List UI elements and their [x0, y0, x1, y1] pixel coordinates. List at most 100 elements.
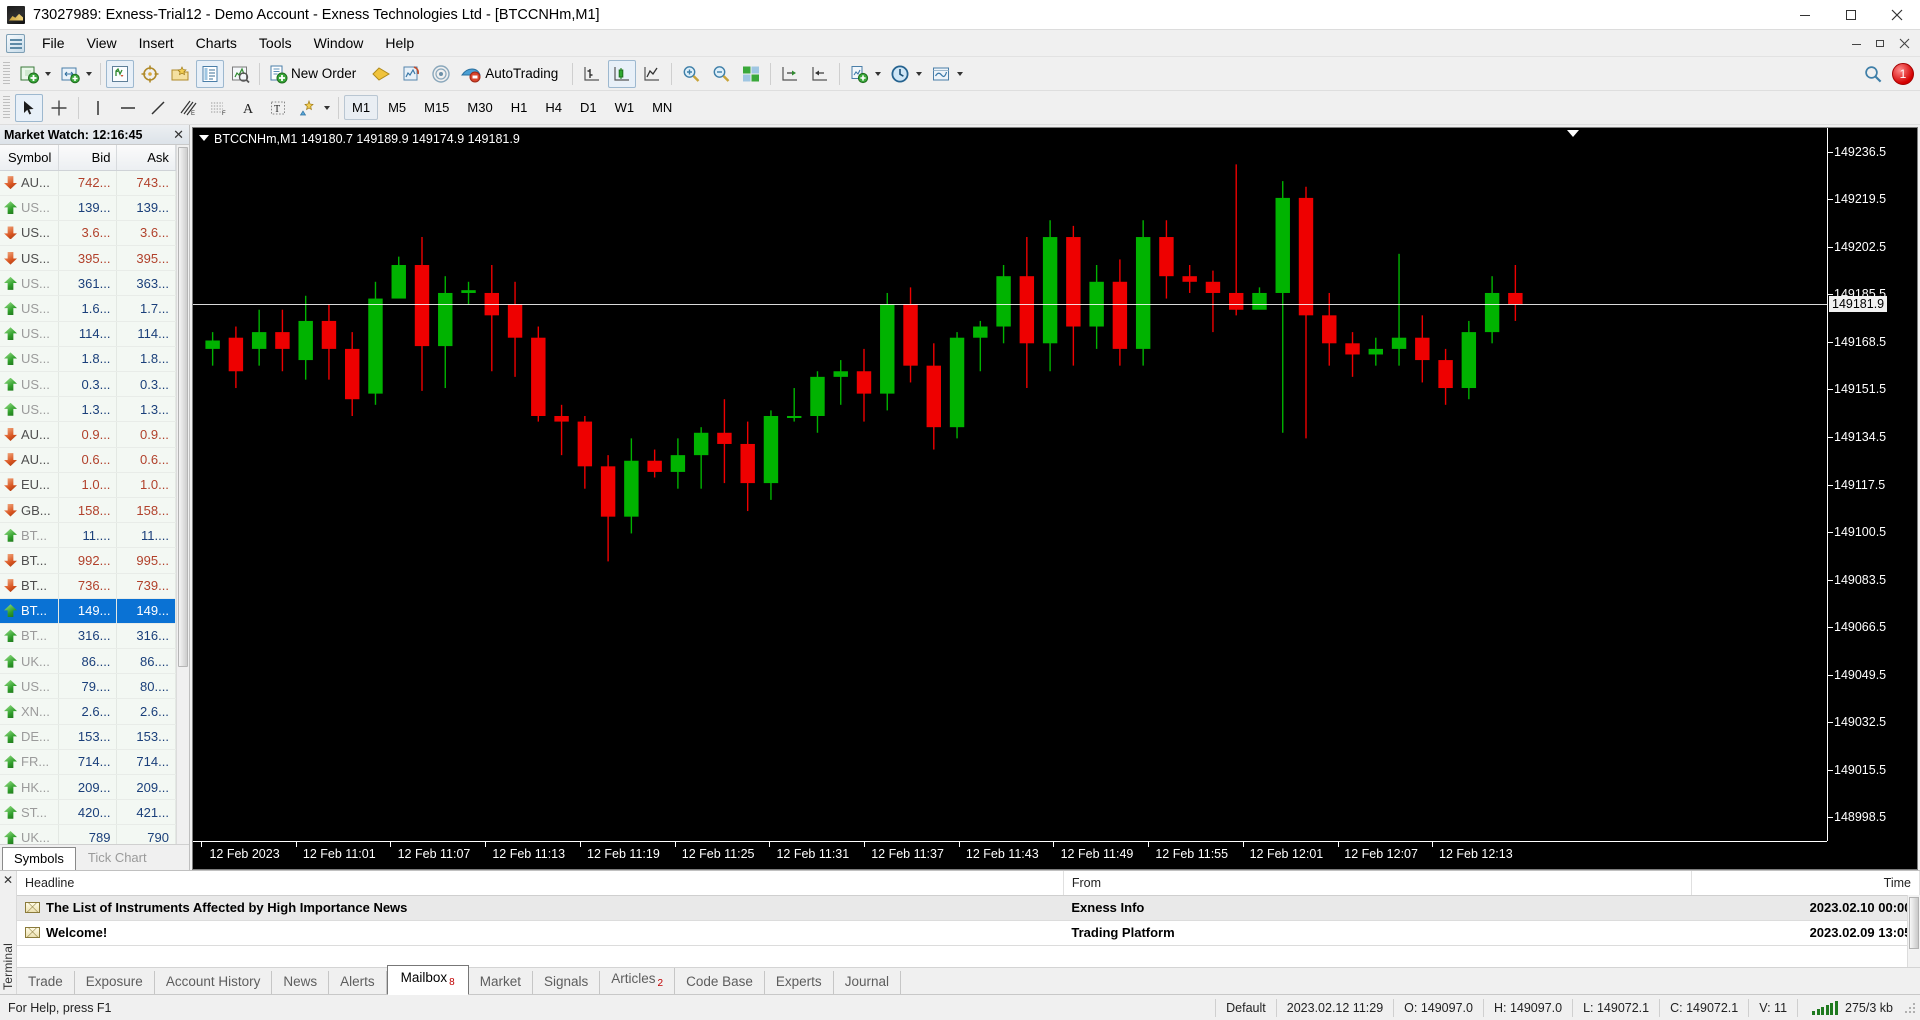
market-watch-row[interactable]: UK... 789 790: [0, 824, 176, 844]
mdi-restore-button[interactable]: [1868, 33, 1892, 55]
market-watch-row[interactable]: US... 139... 139...: [0, 195, 176, 221]
time-axis[interactable]: 12 Feb 2023 12 Feb 11:01 12 Feb 11:07 12 Fe…: [193, 841, 1827, 869]
market-watch-row[interactable]: US... 79.... 80....: [0, 673, 176, 700]
notification-badge[interactable]: 1: [1892, 63, 1914, 85]
table-row[interactable]: Welcome! Trading Platform 2023.02.09 13:05: [17, 920, 1920, 946]
market-watch-row[interactable]: US... 361... 363...: [0, 270, 176, 297]
profiles-dropdown-icon[interactable]: [86, 71, 92, 76]
terminal-tab-journal[interactable]: Journal: [834, 971, 901, 994]
market-watch-row[interactable]: US... 114... 114...: [0, 321, 176, 347]
templates-dropdown-icon[interactable]: [957, 71, 964, 76]
indicators-button[interactable]: [845, 60, 873, 88]
candlestick-chart-button[interactable]: [608, 59, 637, 88]
terminal-tab-trade[interactable]: Trade: [17, 971, 75, 994]
toolbar-grip[interactable]: [3, 95, 10, 120]
chart-plot[interactable]: [193, 128, 1827, 841]
text-object-button[interactable]: T: [264, 94, 292, 122]
new-chart-button[interactable]: [15, 60, 43, 88]
vertical-line-button[interactable]: [84, 94, 112, 122]
market-watch-button[interactable]: [106, 59, 134, 88]
timeframe-h1[interactable]: H1: [503, 95, 536, 120]
crosshair-button[interactable]: [45, 94, 73, 122]
market-watch-row[interactable]: US... 0.3... 0.3...: [0, 371, 176, 398]
terminal-close-icon[interactable]: ✕: [3, 873, 13, 887]
metaeditor-button[interactable]: [367, 60, 395, 88]
tab-tick-chart[interactable]: Tick Chart: [76, 846, 159, 870]
timeframe-m1[interactable]: M1: [344, 95, 379, 120]
new-order-button[interactable]: New Order: [265, 60, 365, 88]
market-watch-row[interactable]: US... 3.6... 3.6...: [0, 220, 176, 247]
market-watch-row[interactable]: GB... 158... 158...: [0, 497, 176, 524]
text-label-button[interactable]: A: [234, 94, 262, 122]
periods-dropdown-icon[interactable]: [916, 71, 923, 76]
column-from[interactable]: From: [1063, 871, 1692, 896]
shapes-dropdown-icon[interactable]: [324, 105, 330, 110]
auto-scroll-button[interactable]: [806, 60, 834, 88]
column-time[interactable]: Time: [1691, 871, 1920, 896]
bar-chart-button[interactable]: [578, 60, 606, 88]
minimize-button[interactable]: [1782, 0, 1828, 30]
terminal-tab-alerts[interactable]: Alerts: [329, 971, 387, 994]
market-watch-row[interactable]: BT... 992... 995...: [0, 547, 176, 574]
window-resize-grip[interactable]: [1903, 1000, 1917, 1015]
terminal-tab-code-base[interactable]: Code Base: [675, 971, 765, 994]
status-connection[interactable]: 275/3 kb: [1797, 998, 1903, 1017]
column-bid[interactable]: Bid: [58, 145, 118, 171]
market-watch-row[interactable]: DE... 153... 153...: [0, 724, 176, 750]
market-watch-row[interactable]: AU... 0.9... 0.9...: [0, 421, 176, 448]
menu-charts[interactable]: Charts: [185, 31, 248, 55]
market-watch-row[interactable]: US... 1.6... 1.7...: [0, 295, 176, 322]
column-headline[interactable]: Headline: [17, 871, 1064, 896]
market-watch-row[interactable]: UK... 86.... 86....: [0, 648, 176, 675]
market-watch-row[interactable]: BT... 316... 316...: [0, 623, 176, 650]
scrollbar-thumb[interactable]: [1909, 897, 1919, 949]
mdi-minimize-button[interactable]: [1844, 33, 1868, 55]
strategy-tester-button[interactable]: [226, 60, 254, 88]
equidistant-channel-button[interactable]: E: [174, 94, 202, 122]
menu-insert[interactable]: Insert: [128, 31, 185, 55]
terminal-button[interactable]: [196, 59, 224, 88]
chart-shift-button[interactable]: [776, 60, 804, 88]
table-row[interactable]: The List of Instruments Affected by High…: [17, 895, 1920, 921]
indicators-dropdown-icon[interactable]: [875, 71, 882, 76]
chart-drag-handle-icon[interactable]: [1567, 130, 1579, 137]
tile-windows-button[interactable]: [737, 60, 765, 88]
timeframe-h4[interactable]: H4: [537, 95, 570, 120]
terminal-tab-experts[interactable]: Experts: [765, 971, 834, 994]
market-watch-row[interactable]: US... 1.3... 1.3...: [0, 396, 176, 423]
periods-button[interactable]: [886, 60, 914, 88]
market-watch-close-icon[interactable]: ✕: [173, 127, 184, 143]
zoom-in-button[interactable]: [677, 60, 705, 88]
search-icon[interactable]: [1860, 61, 1886, 87]
line-chart-button[interactable]: [638, 60, 666, 88]
close-button[interactable]: [1874, 0, 1920, 30]
timeframe-w1[interactable]: W1: [607, 95, 643, 120]
templates-button[interactable]: [927, 60, 955, 88]
expert-advisors-button[interactable]: [397, 60, 425, 88]
terminal-tab-news[interactable]: News: [272, 971, 330, 994]
market-watch-row[interactable]: BT... 736... 739...: [0, 573, 176, 599]
column-ask[interactable]: Ask: [116, 145, 176, 171]
timeframe-m30[interactable]: M30: [459, 95, 500, 120]
market-watch-row[interactable]: ST... 420... 421...: [0, 799, 176, 826]
terminal-tab-articles[interactable]: Articles 2: [600, 968, 676, 994]
market-watch-row[interactable]: XN... 2.6... 2.6...: [0, 698, 176, 725]
market-watch-row[interactable]: BT... 11.... 11....: [0, 522, 176, 549]
new-chart-dropdown-icon[interactable]: [45, 71, 51, 76]
market-watch-row[interactable]: EU... 1.0... 1.0...: [0, 472, 176, 498]
menu-file[interactable]: File: [31, 31, 76, 55]
timeframe-m15[interactable]: M15: [416, 95, 457, 120]
horizontal-line-button[interactable]: [114, 94, 142, 122]
market-watch-row[interactable]: US... 1.8... 1.8...: [0, 346, 176, 373]
autotrading-indicator-icon[interactable]: [427, 60, 455, 88]
chart-collapse-icon[interactable]: [199, 135, 209, 141]
terminal-tab-market[interactable]: Market: [469, 971, 533, 994]
price-axis[interactable]: 149236.5 149219.5 149202.5 149185.5 149168.5…: [1827, 128, 1917, 841]
market-watch-row[interactable]: AU... 742... 743...: [0, 170, 176, 196]
market-watch-row[interactable]: FR... 714... 714...: [0, 749, 176, 776]
autotrading-button[interactable]: AutoTrading: [457, 60, 567, 88]
mailbox-scrollbar[interactable]: [1907, 895, 1920, 967]
shapes-button[interactable]: [294, 94, 322, 122]
terminal-tab-account-history[interactable]: Account History: [155, 971, 273, 994]
zoom-out-button[interactable]: [707, 60, 735, 88]
